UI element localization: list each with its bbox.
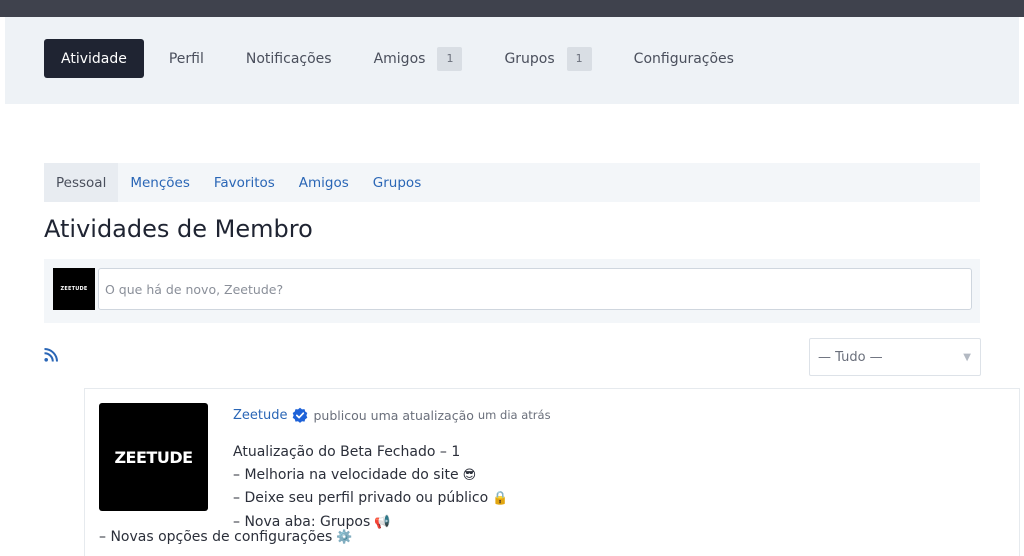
avatar[interactable]: ZEETUDE bbox=[99, 403, 208, 511]
count-badge: 1 bbox=[437, 46, 463, 71]
subnav-item-favoritos[interactable]: Favoritos bbox=[202, 163, 287, 202]
nav-item-notificacoes[interactable]: Notificações bbox=[246, 39, 332, 78]
lock-emoji-icon: 🔒 bbox=[492, 491, 509, 506]
rss-icon[interactable] bbox=[44, 348, 58, 362]
content-line: – Melhoria na velocidade do site 😎 bbox=[233, 464, 508, 488]
top-bar bbox=[0, 0, 1024, 17]
content-line: – Novas opções de configurações ⚙️ bbox=[99, 529, 353, 545]
page-title: Atividades de Membro bbox=[44, 215, 313, 243]
activity-header: Zeetude publicou uma atualização um dia … bbox=[233, 407, 551, 423]
subnav-item-grupos[interactable]: Grupos bbox=[361, 163, 433, 202]
nav-item-label: Configurações bbox=[633, 50, 734, 67]
content-line: – Deixe seu perfil privado ou público 🔒 bbox=[233, 487, 508, 511]
post-form: ZEETUDE O que há de novo, Zeetude? bbox=[44, 259, 980, 323]
gear-emoji-icon: ⚙️ bbox=[336, 530, 353, 545]
verified-badge-icon bbox=[292, 407, 307, 423]
avatar[interactable]: ZEETUDE bbox=[53, 268, 95, 310]
sunglasses-emoji-icon: 😎 bbox=[462, 467, 477, 483]
activity-subnav: Pessoal Menções Favoritos Amigos Grupos bbox=[44, 163, 980, 202]
nav-item-amigos[interactable]: Amigos 1 bbox=[374, 39, 463, 78]
subnav-item-pessoal[interactable]: Pessoal bbox=[44, 163, 119, 202]
chevron-down-icon: ▼ bbox=[963, 352, 971, 363]
activity-timestamp[interactable]: um dia atrás bbox=[478, 408, 551, 422]
nav-item-perfil[interactable]: Perfil bbox=[169, 39, 204, 78]
nav-item-label: Grupos bbox=[504, 50, 555, 67]
nav-item-label: Atividade bbox=[61, 50, 127, 67]
nav-item-grupos[interactable]: Grupos 1 bbox=[504, 39, 592, 78]
nav-item-label: Perfil bbox=[168, 50, 204, 67]
activity-filter-select[interactable]: — Tudo — ▼ bbox=[809, 338, 981, 376]
subnav-item-mencoes[interactable]: Menções bbox=[118, 163, 202, 202]
profile-nav: Atividade Perfil Notificações Amigos 1 Gr… bbox=[5, 17, 1019, 104]
megaphone-emoji-icon: 📢 bbox=[374, 514, 391, 530]
activity-content: Atualização do Beta Fechado – 1 – Melhor… bbox=[233, 441, 508, 534]
content-line: Atualização do Beta Fechado – 1 bbox=[233, 444, 461, 460]
activity-user-link[interactable]: Zeetude bbox=[233, 408, 288, 423]
nav-item-configuracoes[interactable]: Configurações bbox=[634, 39, 734, 78]
nav-item-label: Notificações bbox=[245, 50, 332, 67]
count-badge: 1 bbox=[566, 46, 592, 71]
activity-action: publicou uma atualização bbox=[313, 407, 474, 423]
nav-item-atividade[interactable]: Atividade bbox=[44, 39, 144, 78]
nav-item-label: Amigos bbox=[373, 50, 426, 67]
whats-new-input[interactable]: O que há de novo, Zeetude? bbox=[98, 268, 972, 310]
activity-item: ZEETUDE Zeetude publicou uma atualização… bbox=[84, 388, 1020, 556]
filter-selected-value: — Tudo — bbox=[818, 349, 883, 365]
profile-nav-list: Atividade Perfil Notificações Amigos 1 Gr… bbox=[44, 39, 776, 78]
subnav-item-amigos[interactable]: Amigos bbox=[287, 163, 361, 202]
